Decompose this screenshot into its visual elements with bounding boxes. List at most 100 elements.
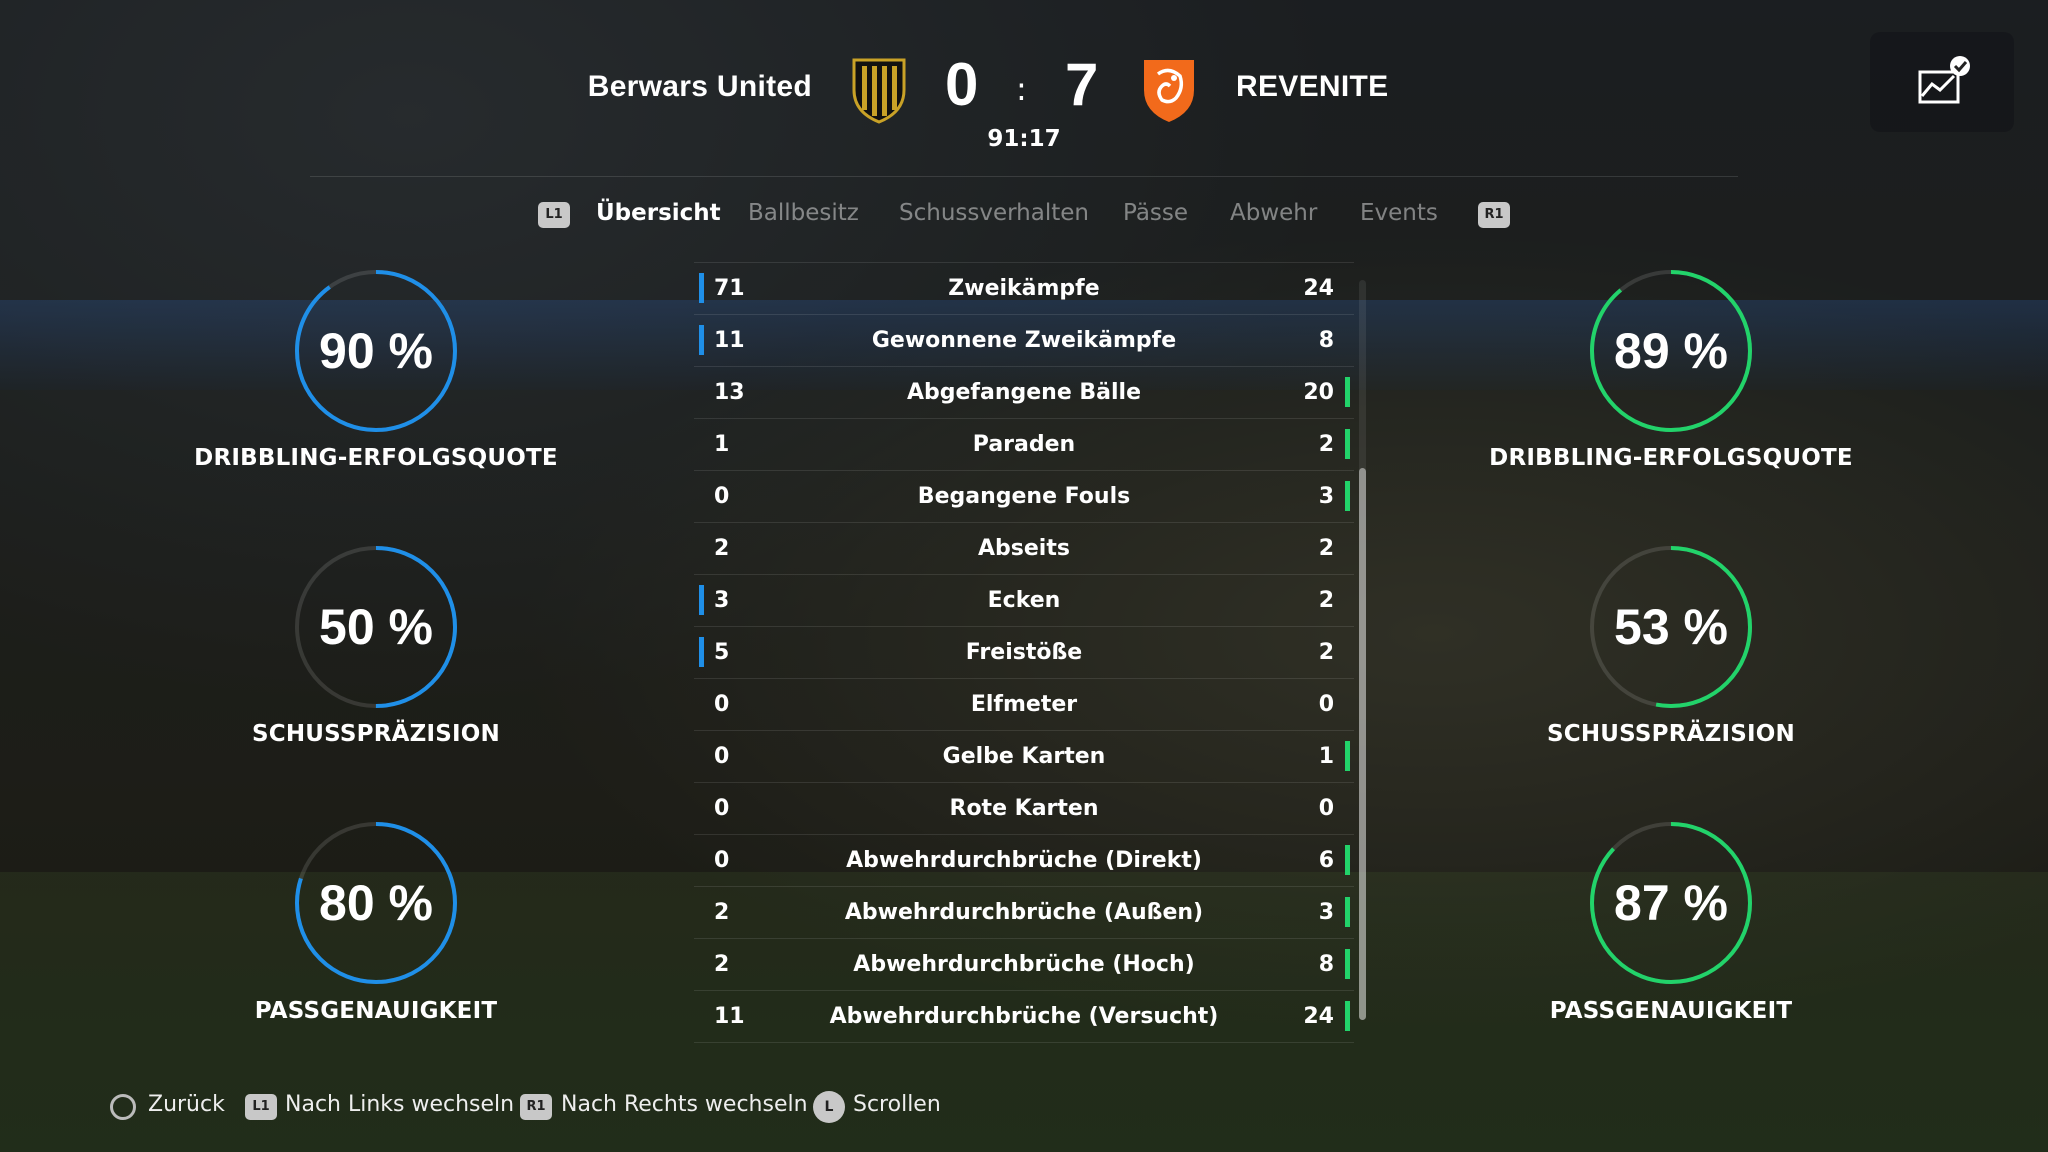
away-stat-value: 3 xyxy=(1318,900,1334,925)
stat-row: 0 Begangene Fouls 3 xyxy=(694,471,1354,523)
circle-button-icon xyxy=(110,1094,136,1120)
scrollbar-thumb[interactable] xyxy=(1359,468,1366,1020)
scoreboard: Berwars United 0 : 7 REVENITE 91:17 xyxy=(0,40,2048,177)
ring-value: 89 % xyxy=(1614,323,1728,379)
stat-label: Abwehrdurchbrüche (Hoch) xyxy=(853,952,1195,977)
ring-value: 90 % xyxy=(319,323,433,379)
away-leader-bar xyxy=(1345,949,1350,979)
prev-tab-hint[interactable]: Nach Links wechseln xyxy=(285,1092,514,1117)
away-stat-value: 2 xyxy=(1318,588,1334,613)
stat-row: 71 Zweikämpfe 24 xyxy=(694,262,1354,315)
stat-row: 2 Abseits 2 xyxy=(694,523,1354,575)
match-clock: 91:17 xyxy=(987,126,1061,152)
button-hints: Zurück L1 Nach Links wechseln R1 Nach Re… xyxy=(0,1088,2048,1124)
ring-value: 87 % xyxy=(1614,875,1728,931)
away-crest-icon xyxy=(1144,60,1194,122)
away-leader-bar xyxy=(1345,897,1350,927)
stat-row: 0 Gelbe Karten 1 xyxy=(694,731,1354,783)
away-score: 7 xyxy=(1065,51,1099,118)
stats-view-button[interactable] xyxy=(1870,32,2014,132)
tab-paesse[interactable]: Pässe xyxy=(1123,200,1188,226)
home-score: 0 xyxy=(945,51,979,118)
away-stat-value: 2 xyxy=(1318,536,1334,561)
header-divider xyxy=(310,176,1738,177)
ring-label: SCHUSSPRÄZISION xyxy=(1547,721,1795,747)
away-stat-value: 3 xyxy=(1318,484,1334,509)
stat-row: 2 Abwehrdurchbrüche (Hoch) 8 xyxy=(694,939,1354,991)
stat-label: Gelbe Karten xyxy=(942,744,1106,769)
l1-button-icon: L1 xyxy=(245,1094,277,1120)
stat-label: Freistöße xyxy=(965,640,1083,665)
away-leader-bar xyxy=(1345,481,1350,511)
stat-row: 13 Abgefangene Bälle 20 xyxy=(694,367,1354,419)
stat-label: Ecken xyxy=(987,588,1061,613)
away-stat-value: 8 xyxy=(1318,328,1334,353)
away-stat-value: 1 xyxy=(1318,744,1334,769)
away-leader-bar xyxy=(1345,377,1350,407)
stat-row: 0 Elfmeter 0 xyxy=(694,679,1354,731)
chart-check-icon xyxy=(1918,56,1970,104)
home-shot-accuracy-ring: 50 % xyxy=(293,544,459,710)
away-stat-value: 8 xyxy=(1318,952,1334,977)
ring-label: DRIBBLING-ERFOLGSQUOTE xyxy=(1489,445,1853,471)
l1-button-icon: L1 xyxy=(538,202,570,228)
away-stat-value: 2 xyxy=(1318,432,1334,457)
scroll-hint[interactable]: Scrollen xyxy=(853,1092,941,1117)
away-leader-bar xyxy=(1345,1001,1350,1031)
stat-row: 1 Paraden 2 xyxy=(694,419,1354,471)
stat-label: Abgefangene Bälle xyxy=(906,380,1142,405)
r1-button-icon: R1 xyxy=(520,1094,552,1120)
left-stick-icon: L xyxy=(813,1091,845,1123)
stat-row: 5 Freistöße 2 xyxy=(694,627,1354,679)
stat-label: Abwehrdurchbrüche (Direkt) xyxy=(846,848,1202,873)
ring-value: 80 % xyxy=(319,875,433,931)
stat-row: 3 Ecken 2 xyxy=(694,575,1354,627)
away-leader-bar xyxy=(1345,429,1350,459)
stat-label: Begangene Fouls xyxy=(917,484,1131,509)
stat-row: 11 Gewonnene Zweikämpfe 8 xyxy=(694,315,1354,367)
away-stat-value: 20 xyxy=(1303,380,1334,405)
ring-label: DRIBBLING-ERFOLGSQUOTE xyxy=(194,445,558,471)
away-dribbling-ring: 89 % xyxy=(1588,268,1754,434)
tab-bar: L1 Übersicht Ballbesitz Schussverhalten … xyxy=(0,196,2048,236)
away-stat-value: 2 xyxy=(1318,640,1334,665)
tab-ballbesitz[interactable]: Ballbesitz xyxy=(748,200,859,226)
away-team-name: REVENITE xyxy=(1236,70,1389,103)
away-stat-value: 0 xyxy=(1318,692,1334,717)
ring-label: SCHUSSPRÄZISION xyxy=(252,721,500,747)
stat-row: 0 Abwehrdurchbrüche (Direkt) 6 xyxy=(694,835,1354,887)
stat-label: Elfmeter xyxy=(970,692,1078,717)
away-stat-value: 24 xyxy=(1303,1004,1334,1029)
stat-label: Abseits xyxy=(978,536,1070,561)
tab-abwehr[interactable]: Abwehr xyxy=(1230,200,1317,226)
home-crest-icon xyxy=(852,58,906,124)
home-team-name: Berwars United xyxy=(587,70,812,103)
ring-label: PASSGENAUIGKEIT xyxy=(254,998,498,1024)
stat-row: 0 Rote Karten 0 xyxy=(694,783,1354,835)
home-pass-accuracy-ring: 80 % xyxy=(293,820,459,986)
stat-label: Abwehrdurchbrüche (Außen) xyxy=(844,900,1204,925)
ring-label: PASSGENAUIGKEIT xyxy=(1549,998,1793,1024)
ring-value: 53 % xyxy=(1614,599,1728,655)
away-pass-accuracy-ring: 87 % xyxy=(1588,820,1754,986)
stat-label: Gewonnene Zweikämpfe xyxy=(871,328,1177,353)
away-leader-bar xyxy=(1345,845,1350,875)
tab-schussverhalten[interactable]: Schussverhalten xyxy=(899,200,1089,226)
match-stats-table[interactable]: 71 Zweikämpfe 24 11 Gewonnene Zweikämpfe 8 13 A… xyxy=(694,262,1354,1043)
stat-row: 2 Abwehrdurchbrüche (Außen) 3 xyxy=(694,887,1354,939)
home-dribbling-ring: 90 % xyxy=(293,268,459,434)
stat-label: Abwehrdurchbrüche (Versucht) xyxy=(829,1004,1219,1029)
next-tab-hint[interactable]: Nach Rechts wechseln xyxy=(561,1092,808,1117)
stat-row: 11 Abwehrdurchbrüche (Versucht) 24 xyxy=(694,991,1354,1043)
stat-label: Paraden xyxy=(972,432,1076,457)
tab-events[interactable]: Events xyxy=(1360,200,1438,226)
tab-uebersicht[interactable]: Übersicht xyxy=(596,200,721,226)
score-separator: : xyxy=(1016,70,1027,108)
away-stat-value: 6 xyxy=(1318,848,1334,873)
stat-label: Rote Karten xyxy=(949,796,1099,821)
ring-value: 50 % xyxy=(319,599,433,655)
away-stat-value: 0 xyxy=(1318,796,1334,821)
r1-button-icon: R1 xyxy=(1478,202,1510,228)
back-hint[interactable]: Zurück xyxy=(148,1092,225,1117)
stat-label: Zweikämpfe xyxy=(948,276,1100,301)
